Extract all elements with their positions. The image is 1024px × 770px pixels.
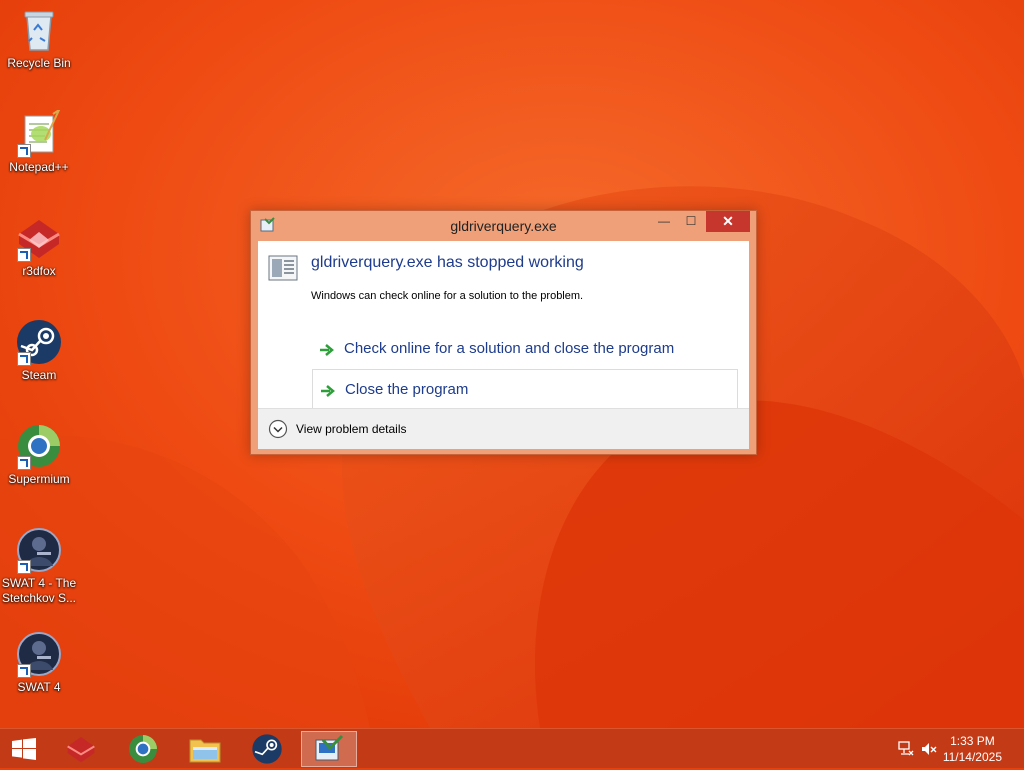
taskbar-app-supermium[interactable] (115, 731, 171, 767)
dialog-content: gldriverquery.exe has stopped working Wi… (258, 241, 749, 449)
swat4-icon (15, 630, 63, 678)
desktop-icon-label: Recycle Bin (7, 56, 71, 70)
r3dfox-icon (65, 733, 97, 770)
desktop-icon-label: Steam (21, 368, 57, 382)
volume-muted-icon[interactable] (921, 741, 937, 762)
windows-logo-icon (12, 738, 36, 765)
system-clock[interactable]: 1:33 PM 11/14/2025 (943, 733, 1002, 765)
desktop-icon-notepad-plus-plus[interactable]: Notepad++ (1, 107, 77, 175)
desktop-icon-swat4-tss[interactable]: SWAT 4 - The Stetchkov S... (1, 526, 77, 606)
supermium-icon (127, 733, 159, 770)
steam-icon (15, 318, 63, 366)
r3dfox-icon (15, 214, 63, 262)
desktop-icon-swat4[interactable]: SWAT 4 (1, 630, 77, 695)
green-arrow-icon (320, 343, 334, 356)
desktop-icon-r3dfox[interactable]: r3dfox (1, 214, 77, 279)
close-button[interactable]: ✕ (706, 211, 750, 232)
clock-time: 1:33 PM (950, 734, 995, 748)
desktop-icon-recycle-bin[interactable]: Recycle Bin (1, 6, 77, 71)
shortcut-arrow-icon (17, 248, 31, 262)
taskbar-app-r3dfox[interactable] (53, 731, 109, 767)
desktop-icon-label: Supermium (8, 472, 70, 486)
close-program-option[interactable]: Close the program (312, 369, 738, 409)
shortcut-arrow-icon (17, 144, 31, 158)
supermium-icon (15, 422, 63, 470)
close-program-label: Close the program (345, 381, 469, 398)
desktop-icon-label: SWAT 4 (17, 680, 61, 694)
clock-date: 11/14/2025 (942, 750, 1002, 764)
chevron-down-circle-icon (268, 419, 288, 439)
error-subtext: Windows can check online for a solution … (311, 290, 584, 302)
file-explorer-icon (189, 734, 221, 769)
problem-reporting-icon (314, 734, 344, 769)
steam-icon (251, 733, 283, 770)
program-window-icon (268, 255, 298, 281)
check-online-label: Check online for a solution and close th… (344, 340, 675, 357)
maximize-button[interactable]: ☐ (678, 211, 704, 231)
shortcut-arrow-icon (17, 352, 31, 366)
shortcut-arrow-icon (17, 456, 31, 470)
taskbar-app-problem-reporting[interactable] (301, 731, 357, 767)
taskbar-app-file-explorer[interactable] (177, 731, 233, 767)
shortcut-arrow-icon (17, 560, 31, 574)
start-button[interactable] (0, 729, 48, 768)
desktop-icon-label: SWAT 4 - The Stetchkov S... (1, 576, 77, 605)
recycle-bin-icon (15, 6, 63, 54)
desktop-icon-label: r3dfox (22, 264, 56, 278)
desktop-icon-supermium[interactable]: Supermium (1, 422, 77, 487)
view-details-label: View problem details (296, 422, 407, 436)
desktop-icon-label: Notepad++ (9, 160, 69, 174)
error-heading: gldriverquery.exe has stopped working (311, 254, 584, 271)
dialog-footer: View problem details (258, 408, 749, 449)
notepad-plus-plus-icon (15, 107, 63, 158)
green-arrow-icon (321, 384, 335, 397)
title-bar[interactable]: gldriverquery.exe — ☐ ✕ (251, 211, 756, 241)
shortcut-arrow-icon (17, 664, 31, 678)
taskbar: 1:33 PM 11/14/2025 (0, 728, 1024, 768)
taskbar-app-steam[interactable] (239, 731, 295, 767)
minimize-button[interactable]: — (651, 211, 677, 231)
desktop-icon-steam[interactable]: Steam (1, 318, 77, 383)
swat4-tss-icon (15, 526, 63, 574)
error-dialog: gldriverquery.exe — ☐ ✕ gldriverquery.ex… (250, 210, 757, 455)
network-icon[interactable] (898, 741, 914, 762)
check-online-option[interactable]: Check online for a solution and close th… (312, 329, 738, 369)
